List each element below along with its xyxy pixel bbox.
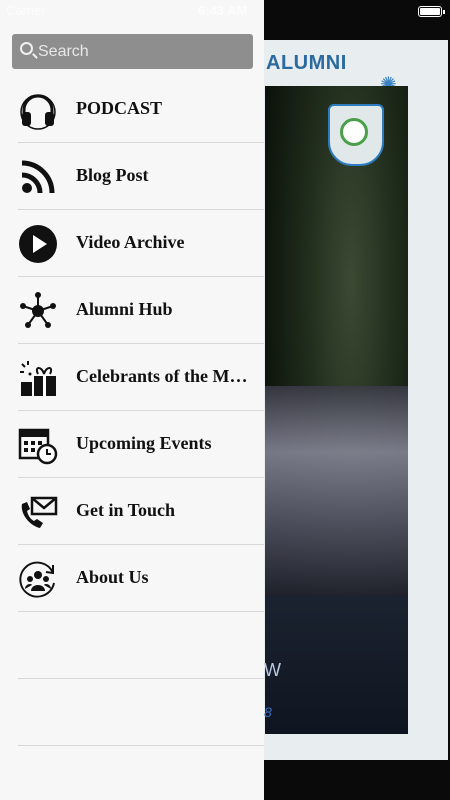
- menu-item-label: Celebrants of the Month: [76, 366, 251, 386]
- hero-image: [265, 86, 408, 734]
- school-crest-logo: [328, 104, 384, 166]
- menu-item-label: Alumni Hub: [76, 299, 173, 319]
- battery-icon: [418, 6, 445, 17]
- carrier-label: Carrier: [6, 3, 46, 18]
- search-input[interactable]: [38, 34, 238, 69]
- gift-icon: [20, 361, 56, 396]
- network-hub-icon: [20, 292, 56, 328]
- play-icon: [19, 225, 57, 263]
- hero-caption: W: [264, 660, 281, 680]
- menu-item-upcoming-events[interactable]: Upcoming Events: [0, 411, 264, 478]
- side-drawer: PODCAST Blog Post Video Archive: [0, 0, 264, 800]
- search-icon: [20, 42, 33, 55]
- menu-item-label: Video Archive: [76, 232, 185, 252]
- app-title: ALUMNI: [266, 52, 347, 74]
- calendar-clock-icon: [18, 428, 58, 465]
- search-bar[interactable]: [12, 34, 253, 69]
- menu-item-label: About Us: [76, 567, 149, 587]
- menu-item-label: Upcoming Events: [76, 433, 212, 453]
- menu-item-podcast[interactable]: PODCAST: [0, 76, 264, 143]
- menu-item-alumni-hub[interactable]: Alumni Hub: [0, 277, 264, 344]
- menu-item-get-in-touch[interactable]: Get in Touch: [0, 478, 264, 545]
- menu-item-label: PODCAST: [76, 98, 163, 118]
- menu-item-label: Blog Post: [76, 165, 149, 185]
- phone-mail-icon: [21, 496, 58, 528]
- menu-item-video-archive[interactable]: Video Archive: [0, 210, 264, 277]
- rss-feed-icon: [21, 160, 55, 194]
- empty-row: [0, 679, 264, 746]
- hero-subcaption: 8: [264, 704, 272, 720]
- menu-item-label: Get in Touch: [76, 500, 176, 520]
- status-bar: Carrier ︎ 6:43 AM: [0, 0, 450, 22]
- headphones-icon: [20, 94, 56, 130]
- menu-item-about-us[interactable]: About Us: [0, 545, 264, 612]
- menu-item-celebrants[interactable]: Celebrants of the Month: [0, 344, 264, 411]
- menu-item-blog-post[interactable]: Blog Post: [0, 143, 264, 210]
- group-refresh-icon: [19, 561, 55, 598]
- empty-row: [0, 612, 264, 679]
- clock: 6:43 AM: [198, 3, 248, 18]
- drawer-menu: PODCAST Blog Post Video Archive Alumni H…: [0, 76, 264, 746]
